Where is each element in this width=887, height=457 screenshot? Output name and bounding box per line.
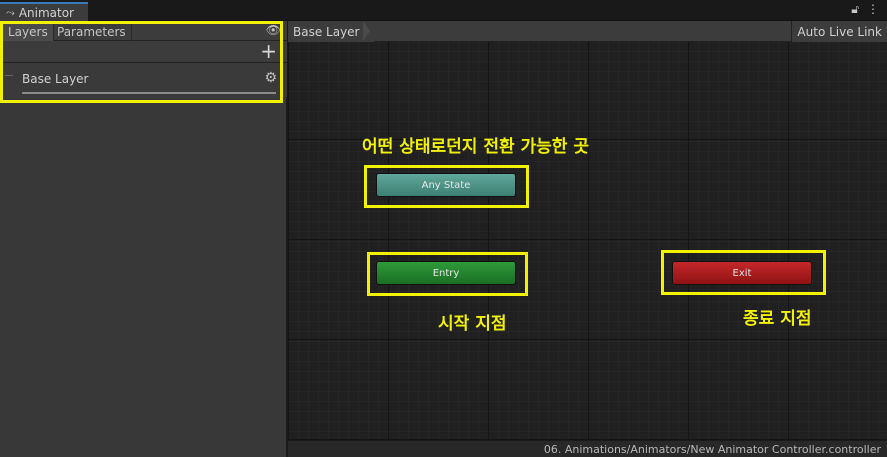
highlight-exit: [661, 250, 826, 295]
window-controls: 🔓︎ ⋮: [851, 2, 879, 17]
status-bar: 06. Animations/Animators/New Animator Co…: [288, 440, 887, 457]
breadcrumb[interactable]: Base Layer: [288, 21, 374, 42]
any-state-annotation: 어떤 상태로던지 전환 가능한 곳: [362, 137, 589, 157]
highlight-entry: [367, 252, 528, 296]
tab-animator[interactable]: ⤳ Animator: [0, 2, 88, 21]
breadcrumb-arrow: [363, 21, 370, 41]
graph-toolbar: Base Layer Auto Live Link: [288, 21, 887, 42]
highlight-any-state: [364, 165, 529, 208]
lock-icon[interactable]: 🔓︎: [851, 2, 859, 17]
highlight-layers-panel: [0, 21, 283, 103]
animator-tab-icon: ⤳: [6, 5, 15, 19]
state-graph-canvas[interactable]: [288, 21, 887, 457]
controller-path: 06. Animations/Animators/New Animator Co…: [543, 443, 881, 456]
breadcrumb-label: Base Layer: [293, 24, 360, 39]
menu-dots-icon[interactable]: ⋮: [867, 2, 879, 17]
entry-annotation: 시작 지점: [438, 314, 507, 334]
exit-annotation: 종료 지점: [743, 309, 812, 329]
auto-live-link-label: Auto Live Link: [797, 24, 882, 39]
tab-animator-label: Animator: [18, 5, 74, 20]
auto-live-link-button[interactable]: Auto Live Link: [791, 21, 887, 42]
window-tab-bar: ⤳ Animator 🔓︎ ⋮: [0, 0, 887, 21]
